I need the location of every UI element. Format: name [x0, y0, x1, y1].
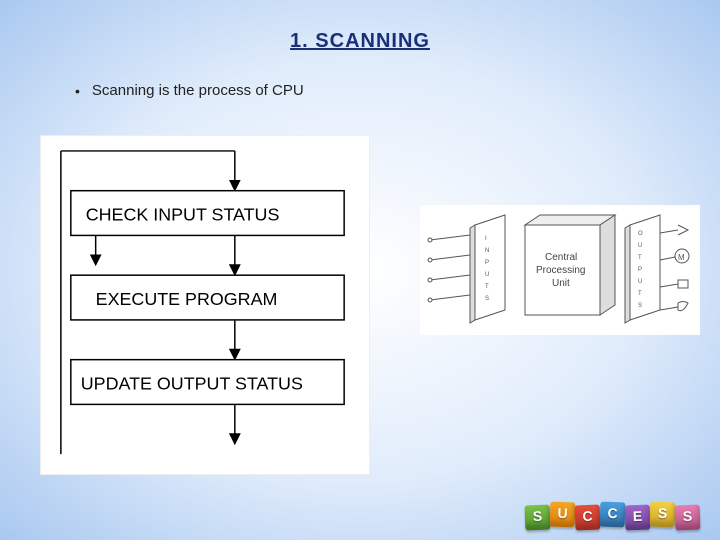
cpu-label-1: Central — [545, 252, 577, 263]
svg-text:P: P — [485, 260, 489, 266]
block-letter: C — [600, 502, 626, 528]
svg-text:S: S — [638, 303, 642, 309]
flow-step-1-label: CHECK INPUT STATUS — [86, 205, 280, 225]
svg-text:N: N — [485, 248, 489, 254]
plc-block-diagram: I N P U T S Central Processing Unit O U … — [420, 205, 700, 335]
outputs-label: O — [638, 231, 643, 237]
svg-text:U: U — [638, 279, 642, 285]
flow-step-3-label: UPDATE OUTPUT STATUS — [81, 373, 303, 393]
scanning-flowchart: CHECK INPUT STATUS EXECUTE PROGRAM UPDAT… — [40, 135, 370, 475]
bullet-dot-icon: • — [75, 83, 80, 99]
motor-icon: M — [678, 253, 685, 262]
block-letter: S — [650, 502, 676, 528]
block-letter: S — [675, 505, 701, 531]
block-letter: S — [525, 505, 551, 531]
success-blocks-decoration: S U C C E S S — [525, 503, 700, 528]
block-letter: E — [625, 505, 651, 531]
slide-title: 1. SCANNING — [290, 30, 430, 53]
svg-text:S: S — [485, 296, 489, 302]
svg-text:P: P — [638, 267, 642, 273]
block-letter: U — [550, 502, 576, 528]
svg-text:T: T — [638, 255, 642, 261]
cpu-label-2: Processing — [536, 265, 585, 276]
svg-text:U: U — [485, 272, 489, 278]
svg-text:U: U — [638, 243, 642, 249]
flow-step-2-label: EXECUTE PROGRAM — [96, 289, 278, 309]
bullet-row: • Scanning is the process of CPU — [75, 82, 304, 99]
block-letter: C — [575, 505, 601, 531]
cpu-label-3: Unit — [552, 278, 570, 289]
bullet-text: Scanning is the process of CPU — [92, 82, 304, 99]
svg-text:T: T — [638, 291, 642, 297]
svg-text:T: T — [485, 284, 489, 290]
